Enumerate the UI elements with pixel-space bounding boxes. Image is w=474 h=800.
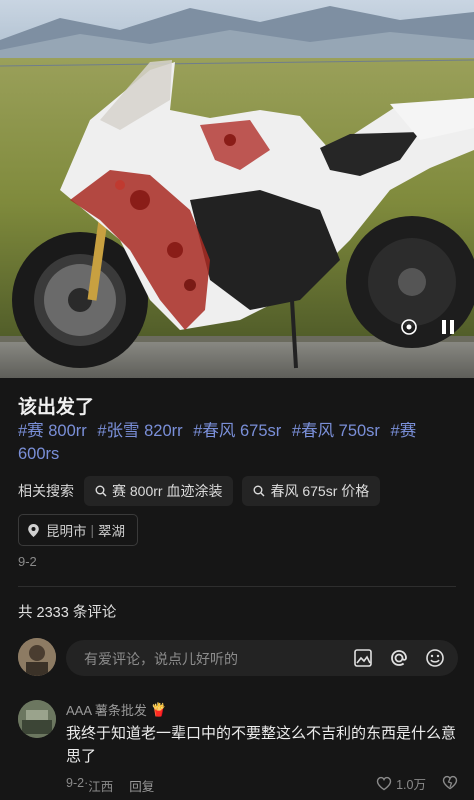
dislike-button[interactable] — [442, 775, 458, 793]
hashtag[interactable]: #春风 750sr — [292, 422, 380, 440]
my-avatar[interactable] — [18, 638, 56, 676]
related-search-label: 相关搜索 — [18, 483, 74, 499]
location-separator: | — [90, 522, 95, 538]
image-icon[interactable] — [352, 647, 374, 669]
comment-input[interactable] — [82, 640, 336, 678]
live-photo-icon[interactable] — [400, 318, 418, 336]
fries-emoji-icon: 🍟 — [150, 701, 168, 717]
comment-meta: 9-2 · 江西 回复 — [66, 776, 154, 795]
search-icon — [253, 485, 265, 497]
comment-date: 9-2 — [66, 776, 85, 790]
post-image[interactable] — [0, 0, 474, 378]
commenter-avatar[interactable] — [18, 700, 56, 738]
post-date: 9-2 — [18, 554, 37, 569]
location-tag[interactable]: 昆明市 | 翠湖 — [18, 514, 139, 546]
comment-actions: 1.0万 — [376, 774, 458, 793]
divider — [18, 586, 456, 587]
post-title: 该出发了 — [18, 397, 95, 418]
like-button[interactable]: 1.0万 — [376, 774, 426, 793]
like-count: 1.0万 — [396, 778, 426, 792]
related-search-chip[interactable]: 春风 675sr 价格 — [242, 476, 381, 506]
related-search: 相关搜索 赛 800rr 血迹涂装 春风 675sr 价格 — [18, 476, 389, 506]
hashtag[interactable]: #赛 800rr — [18, 422, 87, 440]
related-search-chip[interactable]: 赛 800rr 血迹涂装 — [84, 476, 234, 506]
reply-button[interactable]: 回复 — [129, 776, 154, 795]
comment-input-row — [18, 636, 458, 680]
chip-label: 赛 800rr 血迹涂装 — [112, 483, 223, 499]
mention-at-icon[interactable] — [388, 647, 410, 669]
location-pin-icon — [28, 523, 39, 537]
pause-icon[interactable] — [440, 318, 456, 336]
hashtag[interactable]: #春风 675sr — [193, 422, 281, 440]
chip-label: 春风 675sr 价格 — [270, 483, 370, 499]
search-icon — [95, 485, 107, 497]
hashtag[interactable]: #张雪 820rr — [97, 422, 182, 440]
location-area: 翠湖 — [98, 524, 126, 539]
location-city: 昆明市 — [46, 524, 87, 539]
comment-count: 共 2333 条评论 — [18, 605, 117, 621]
comment-input-box[interactable] — [66, 640, 458, 678]
hashtag-list: #赛 800rr #张雪 820rr #春风 675sr #春风 750sr #… — [18, 420, 458, 466]
comment-text: 我终于知道老一辈口中的不要整这么不吉利的东西是什么意思了 — [66, 725, 457, 765]
commenter-name: AAA 薯条批发 — [66, 703, 147, 718]
heart-icon — [376, 776, 392, 791]
dislike-icon — [442, 775, 458, 789]
emoji-smile-icon[interactable] — [424, 647, 446, 669]
commenter-name-row[interactable]: AAA 薯条批发 🍟 — [66, 700, 167, 719]
comment-location: 江西 — [88, 780, 114, 794]
